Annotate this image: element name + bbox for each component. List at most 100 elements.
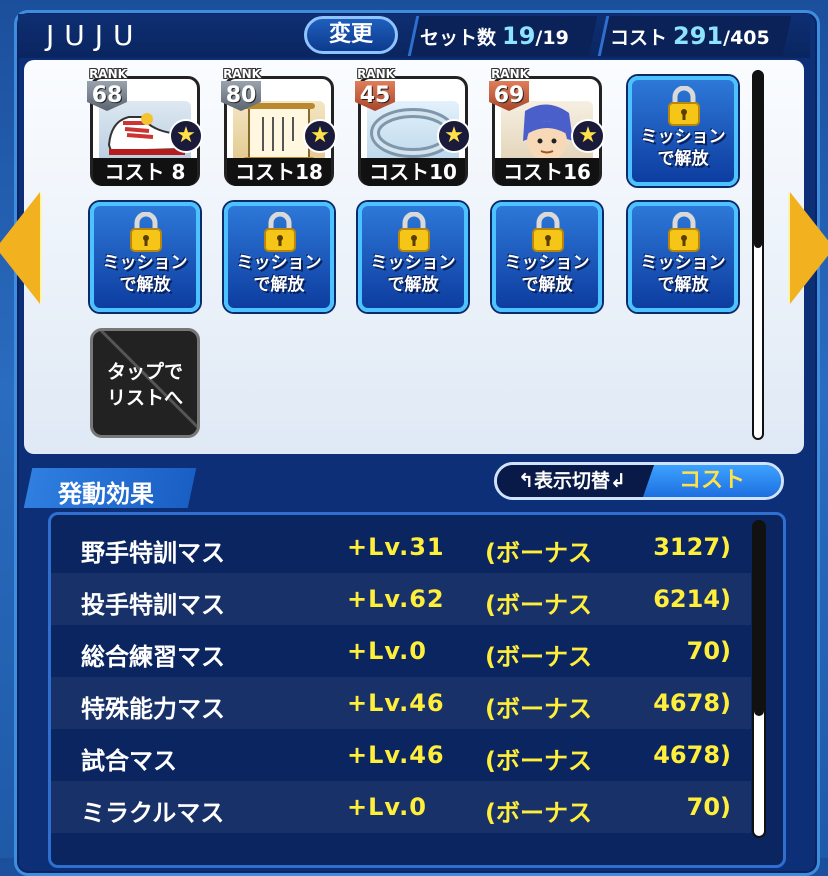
- tap-to-list-text: タップで リストへ: [93, 359, 197, 411]
- cost-total-current: 291: [673, 22, 724, 50]
- locked-card-slot[interactable]: ミッション で解放: [628, 76, 738, 186]
- card-scrollbar-thumb[interactable]: [754, 70, 762, 248]
- locked-card-slot[interactable]: ミッション で解放: [224, 202, 334, 312]
- effect-row: 投手特訓マス +Lv.62 (ボーナス 6214): [51, 573, 751, 625]
- effect-level: +Lv.0: [347, 793, 427, 821]
- effect-level: +Lv.46: [347, 689, 445, 717]
- star-icon: ★: [437, 119, 471, 153]
- lock-icon: [264, 212, 296, 252]
- effect-level: +Lv.31: [347, 533, 445, 561]
- next-arrow-icon[interactable]: [790, 192, 828, 304]
- cost-total-label: コスト: [610, 27, 668, 49]
- effect-row: ミラクルマス +Lv.0 (ボーナス 70): [51, 781, 751, 833]
- effect-scrollbar-thumb[interactable]: [754, 520, 764, 716]
- lock-text: ミッション で解放: [632, 252, 734, 296]
- card-slot-3[interactable]: RANK 45 ★ コスト10: [355, 67, 471, 186]
- lock-text: ミッション で解放: [94, 252, 196, 296]
- effect-bonus-label: (ボーナス: [485, 799, 592, 827]
- lock-text-line-1: ミッション: [236, 253, 322, 273]
- effect-bonus-value: 4678): [653, 689, 731, 717]
- card-cost: コスト16: [495, 158, 599, 186]
- locked-card-slot[interactable]: ミッション で解放: [492, 202, 602, 312]
- rank-badge: RANK 68: [79, 67, 137, 121]
- tap-text-line-1: タップで: [106, 361, 183, 383]
- prev-arrow-icon[interactable]: [0, 192, 40, 304]
- set-count: セット数 19/19: [420, 22, 569, 50]
- effect-bonus-value: 70): [686, 793, 731, 821]
- star-icon: ★: [571, 119, 605, 153]
- effect-row: 試合マス +Lv.46 (ボーナス 4678): [51, 729, 751, 781]
- effect-name: ミラクルマス: [81, 799, 225, 827]
- lock-text-line-1: ミッション: [640, 127, 726, 147]
- lock-text-line-2: で解放: [657, 275, 709, 295]
- locked-card-slot[interactable]: ミッション で解放: [628, 202, 738, 312]
- lock-icon: [668, 212, 700, 252]
- lock-icon: [668, 86, 700, 126]
- lock-text-line-2: で解放: [387, 275, 439, 295]
- lock-text-line-2: で解放: [253, 275, 305, 295]
- rank-badge: RANK 45: [347, 67, 405, 121]
- set-count-max: /19: [535, 27, 569, 49]
- cost-total: コスト 291/405: [610, 22, 770, 50]
- lock-text-line-1: ミッション: [640, 253, 726, 273]
- rank-number: 80: [221, 81, 261, 111]
- card-cost: コスト18: [227, 158, 331, 186]
- rank-word: RANK: [491, 67, 529, 81]
- card-slot-4[interactable]: RANK 69 ★ コスト16: [489, 67, 605, 186]
- star-icon: ★: [169, 119, 203, 153]
- lock-text: ミッション で解放: [228, 252, 330, 296]
- rank-word: RANK: [357, 67, 395, 81]
- tap-text-line-2: リストへ: [106, 387, 183, 409]
- effect-row: 総合練習マス +Lv.0 (ボーナス 70): [51, 625, 751, 677]
- toggle-switch-label[interactable]: ↰表示切替↲: [497, 465, 647, 497]
- lock-text: ミッション で解放: [496, 252, 598, 296]
- display-toggle[interactable]: ↰表示切替↲ コスト: [494, 462, 784, 500]
- effect-bonus-value: 70): [686, 637, 731, 665]
- lock-text-line-2: で解放: [521, 275, 573, 295]
- effect-level: +Lv.0: [347, 637, 427, 665]
- lock-text-line-2: で解放: [657, 149, 709, 169]
- effect-bonus-label: (ボーナス: [485, 695, 592, 723]
- effect-name: 総合練習マス: [81, 643, 225, 671]
- lock-text-line-1: ミッション: [504, 253, 590, 273]
- effect-name: 特殊能力マス: [81, 695, 225, 723]
- lock-text: ミッション で解放: [362, 252, 464, 296]
- tap-to-list-button[interactable]: タップで リストへ: [90, 328, 200, 438]
- toggle-current-value[interactable]: コスト: [643, 465, 781, 497]
- rank-badge: RANK 80: [213, 67, 271, 121]
- rank-word: RANK: [223, 67, 261, 81]
- lock-text-line-1: ミッション: [102, 253, 188, 273]
- effect-level: +Lv.46: [347, 741, 445, 769]
- cost-total-max: /405: [723, 27, 770, 49]
- effect-bonus-label: (ボーナス: [485, 643, 592, 671]
- card-slot-2[interactable]: RANK 80 ★ コスト18: [221, 67, 337, 186]
- rank-number: 45: [355, 81, 395, 111]
- locked-card-slot[interactable]: ミッション で解放: [90, 202, 200, 312]
- change-button[interactable]: 変更: [304, 16, 398, 54]
- effect-name: 試合マス: [81, 747, 177, 775]
- effect-bonus-label: (ボーナス: [485, 591, 592, 619]
- effect-name: 投手特訓マス: [81, 591, 225, 619]
- effect-section-title: 発動効果: [58, 480, 154, 508]
- card-slot-1[interactable]: RANK 68 ★ コスト 8: [87, 67, 203, 186]
- effect-name: 野手特訓マス: [81, 539, 225, 567]
- effect-row: 野手特訓マス +Lv.31 (ボーナス 3127): [51, 521, 751, 573]
- team-name: JUJU: [46, 19, 144, 52]
- card-cost: コスト10: [361, 158, 465, 186]
- rank-number: 68: [87, 81, 127, 111]
- set-count-current: 19: [502, 22, 536, 50]
- locked-card-slot[interactable]: ミッション で解放: [358, 202, 468, 312]
- lock-icon: [532, 212, 564, 252]
- rank-number: 69: [489, 81, 529, 111]
- rank-badge: RANK 69: [481, 67, 539, 121]
- effect-row: 特殊能力マス +Lv.46 (ボーナス 4678): [51, 677, 751, 729]
- effect-bonus-label: (ボーナス: [485, 747, 592, 775]
- effect-bonus-value: 4678): [653, 741, 731, 769]
- lock-text-line-2: で解放: [119, 275, 171, 295]
- lock-icon: [398, 212, 430, 252]
- effect-level: +Lv.62: [347, 585, 445, 613]
- lock-text: ミッション で解放: [632, 126, 734, 170]
- card-cost: コスト 8: [93, 158, 197, 186]
- lock-icon: [130, 212, 162, 252]
- lock-text-line-1: ミッション: [370, 253, 456, 273]
